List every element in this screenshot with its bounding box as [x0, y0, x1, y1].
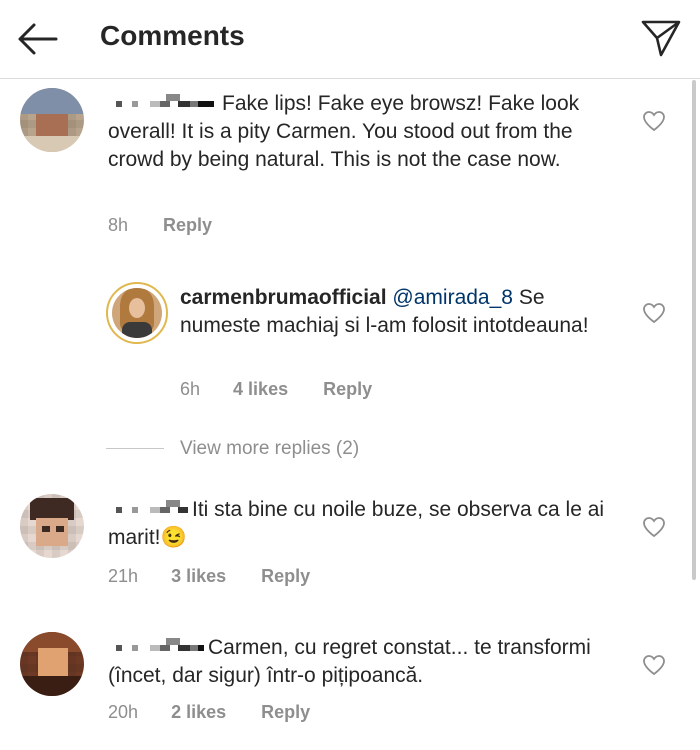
- reply-button[interactable]: Reply: [261, 702, 310, 722]
- back-arrow-icon: [18, 23, 58, 55]
- comment-text: carmenbrumaofficial @amirada_8 Se numest…: [180, 284, 620, 340]
- comment-text: Fake lips! Fake eye browsz! Fake look ov…: [108, 90, 628, 174]
- heart-icon[interactable]: [642, 110, 666, 132]
- comment-text: Carmen, cu regret constat... te transfor…: [108, 634, 628, 690]
- page-title: Comments: [100, 20, 245, 51]
- avatar[interactable]: [106, 282, 168, 344]
- send-button[interactable]: [640, 18, 682, 58]
- reply-button[interactable]: Reply: [163, 215, 212, 235]
- send-icon: [641, 20, 681, 57]
- reply-button[interactable]: Reply: [323, 379, 372, 399]
- likes-count[interactable]: 3 likes: [171, 566, 226, 586]
- heart-icon[interactable]: [642, 302, 666, 324]
- blurred-username[interactable]: [108, 636, 204, 656]
- comment-time: 21h: [108, 566, 139, 586]
- back-button[interactable]: [14, 18, 60, 60]
- mention-link[interactable]: @amirada_8: [392, 286, 513, 309]
- top-bar: Comments: [0, 0, 700, 79]
- heart-icon[interactable]: [642, 516, 666, 538]
- likes-count[interactable]: 2 likes: [171, 702, 226, 722]
- comment-item: Carmen, cu regret constat... te transfor…: [0, 632, 700, 742]
- avatar[interactable]: [20, 88, 84, 152]
- blurred-username[interactable]: [108, 92, 218, 112]
- comment-meta: 6h 4 likes Reply: [180, 379, 372, 400]
- comment-time: 8h: [108, 215, 129, 235]
- comment-text: Iti sta bine cu noile buze, se observa c…: [108, 496, 628, 552]
- comment-item: Fake lips! Fake eye browsz! Fake look ov…: [0, 88, 700, 238]
- heart-icon[interactable]: [642, 654, 666, 676]
- blurred-username[interactable]: [108, 498, 188, 518]
- divider-line: [106, 448, 164, 449]
- comment-meta: 8h Reply: [108, 215, 212, 236]
- avatar[interactable]: [20, 494, 84, 558]
- reply-button[interactable]: Reply: [261, 566, 310, 586]
- likes-count[interactable]: 4 likes: [233, 379, 288, 399]
- comment-meta: 21h 3 likes Reply: [108, 566, 310, 587]
- scrollbar[interactable]: [692, 80, 696, 580]
- comment-time: 20h: [108, 702, 139, 722]
- comment-username[interactable]: carmenbrumaofficial: [180, 286, 387, 309]
- view-more-replies[interactable]: View more replies (2): [180, 438, 359, 460]
- comment-item: Iti sta bine cu noile buze, se observa c…: [0, 494, 700, 594]
- avatar[interactable]: [20, 632, 84, 696]
- comment-time: 6h: [180, 379, 201, 399]
- reply-item: carmenbrumaofficial @amirada_8 Se numest…: [0, 282, 700, 402]
- comment-meta: 20h 2 likes Reply: [108, 702, 310, 723]
